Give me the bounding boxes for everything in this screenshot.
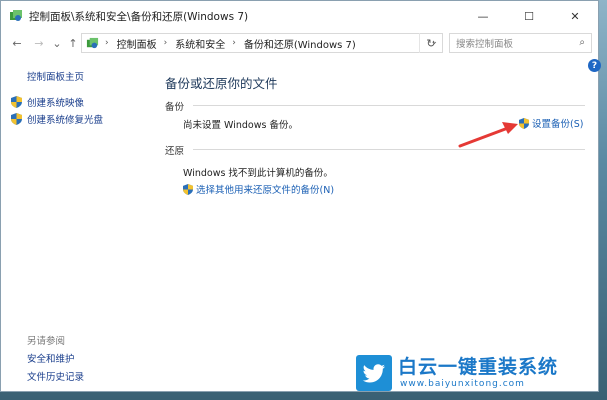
setup-backup-link[interactable]: 设置备份(S) bbox=[519, 116, 583, 130]
sidebar-item-label: 创建系统修复光盘 bbox=[27, 115, 104, 126]
see-also-file-history[interactable]: 文件历史记录 bbox=[27, 369, 84, 383]
search-placeholder: 搜索控制面板 bbox=[456, 39, 514, 50]
sidebar-item-label: 创建系统映像 bbox=[27, 98, 85, 109]
page-title: 备份或还原你的文件 bbox=[165, 76, 278, 91]
backup-section-label: 备份 bbox=[165, 102, 185, 113]
sidebar: 控制面板主页 创建系统映像 创建系统修复光盘 另请参阅 安全和维护 文件历史记录 bbox=[1, 59, 151, 391]
watermark-logo bbox=[356, 355, 392, 391]
help-icon[interactable]: ? bbox=[588, 59, 601, 72]
watermark-url: www.baiyunxitong.com bbox=[400, 379, 525, 389]
see-also-security-maintenance[interactable]: 安全和维护 bbox=[27, 351, 75, 365]
control-panel-window: 控制面板\系统和安全\备份和还原(Windows 7) — ☐ ✕ ← → ⌄ … bbox=[0, 0, 601, 392]
search-icon[interactable]: ⌕ bbox=[579, 37, 585, 48]
backup-status-text: 尚未设置 Windows 备份。 bbox=[183, 120, 298, 131]
sidebar-item-create-repair-disc[interactable]: 创建系统修复光盘 bbox=[11, 112, 103, 126]
maximize-button[interactable]: ☐ bbox=[506, 1, 552, 31]
see-also-header: 另请参阅 bbox=[27, 336, 66, 347]
uac-shield-icon bbox=[183, 183, 193, 195]
refresh-icon[interactable]: ↻ bbox=[419, 33, 442, 53]
search-input[interactable]: 搜索控制面板 ⌕ bbox=[449, 33, 592, 53]
main-content: 备份或还原你的文件 备份 尚未设置 Windows 备份。 设置备份(S) 还原… bbox=[165, 59, 585, 379]
recent-locations-button[interactable]: ⌄ bbox=[52, 35, 61, 51]
setup-backup-label: 设置备份(S) bbox=[532, 119, 584, 130]
title-bar: 控制面板\系统和安全\备份和还原(Windows 7) — ☐ ✕ bbox=[1, 1, 598, 31]
breadcrumb-system-security[interactable]: 系统和安全 bbox=[175, 36, 225, 51]
restore-section-label: 还原 bbox=[165, 146, 185, 157]
twitter-bird-icon bbox=[362, 364, 386, 383]
navigation-bar: ← → ⌄ ↑ › 控制面板 › 系统和安全 › 备份和还原(Windows 7… bbox=[1, 31, 598, 55]
section-divider bbox=[193, 149, 585, 150]
forward-button[interactable]: → bbox=[31, 35, 47, 51]
sidebar-item-create-image[interactable]: 创建系统映像 bbox=[11, 95, 84, 109]
watermark: 白云一键重装系统 www.baiyunxitong.com bbox=[356, 352, 602, 396]
restore-status-text: Windows 找不到此计算机的备份。 bbox=[183, 168, 333, 179]
breadcrumb-separator: › bbox=[232, 38, 236, 48]
back-button[interactable]: ← bbox=[9, 35, 25, 51]
close-button[interactable]: ✕ bbox=[552, 1, 598, 31]
section-divider bbox=[193, 105, 585, 106]
breadcrumb-backup-restore[interactable]: 备份和还原(Windows 7) bbox=[244, 36, 356, 51]
watermark-name: 白云一键重装系统 bbox=[398, 356, 559, 378]
window-title: 控制面板\系统和安全\备份和还原(Windows 7) bbox=[29, 10, 249, 23]
up-button[interactable]: ↑ bbox=[65, 35, 81, 51]
sidebar-home-link[interactable]: 控制面板主页 bbox=[27, 69, 84, 83]
breadcrumb-separator: › bbox=[163, 38, 168, 48]
control-panel-icon bbox=[86, 37, 99, 48]
control-panel-icon bbox=[10, 10, 22, 21]
select-other-backup-label: 选择其他用来还原文件的备份(N) bbox=[196, 185, 335, 196]
uac-shield-icon bbox=[11, 96, 22, 108]
breadcrumb-control-panel[interactable]: 控制面板 bbox=[117, 36, 157, 51]
uac-shield-icon bbox=[11, 113, 22, 125]
address-bar[interactable]: › 控制面板 › 系统和安全 › 备份和还原(Windows 7) ⌄ bbox=[81, 33, 443, 53]
minimize-button[interactable]: — bbox=[460, 1, 506, 31]
select-other-backup-link[interactable]: 选择其他用来还原文件的备份(N) bbox=[183, 182, 334, 196]
red-arrow-annotation bbox=[458, 122, 518, 148]
breadcrumb-separator: › bbox=[105, 38, 109, 48]
